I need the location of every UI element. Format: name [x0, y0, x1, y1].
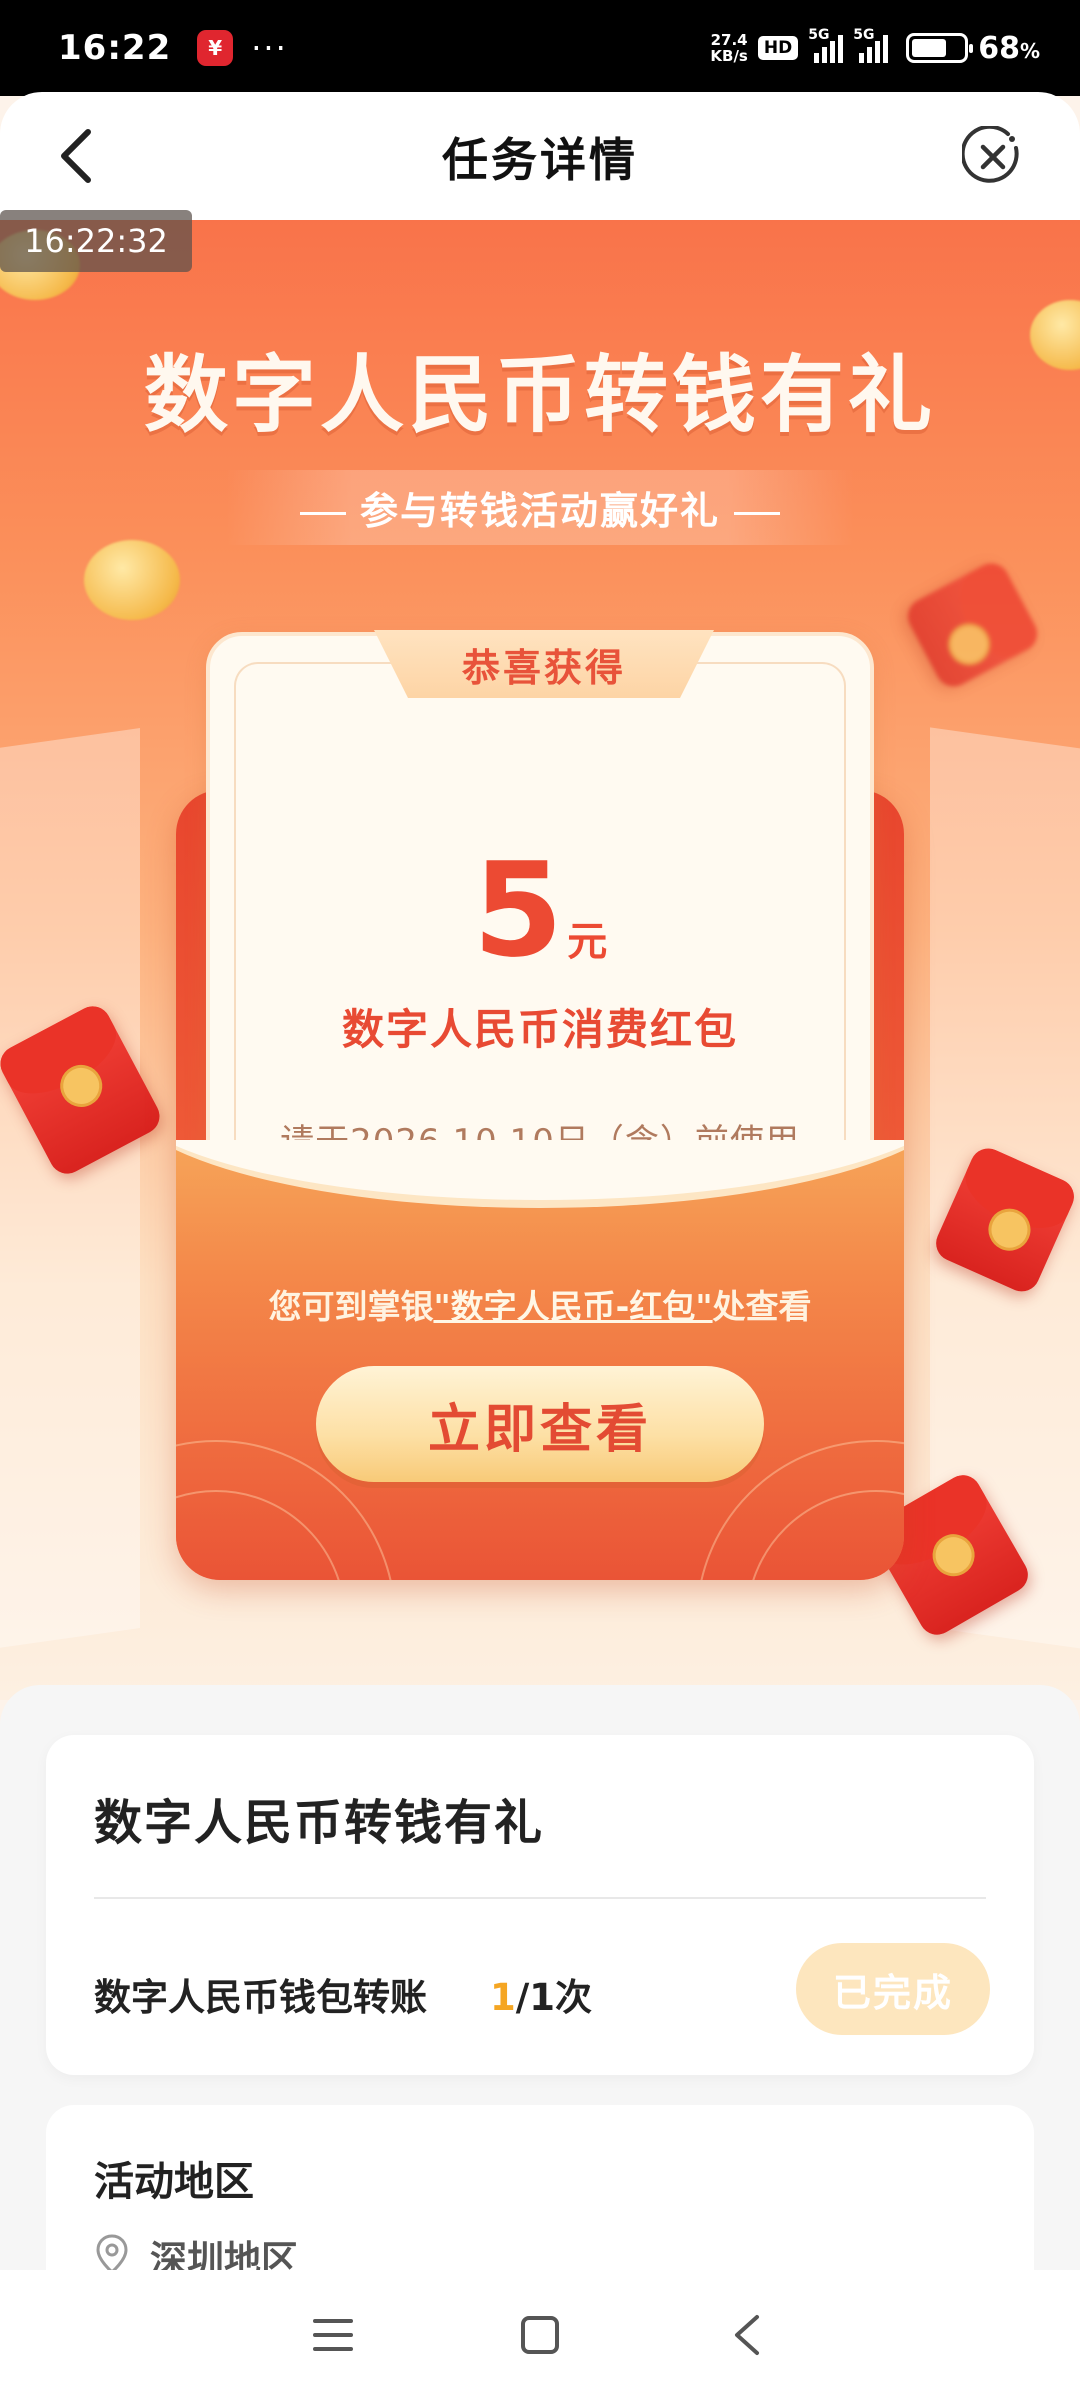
divider — [94, 1897, 986, 1899]
view-now-button[interactable]: 立即查看 — [316, 1366, 764, 1482]
hint-suffix: 处查看 — [712, 1287, 812, 1326]
network-speed-value: 27.4 — [710, 31, 748, 49]
back-triangle-icon[interactable] — [717, 2305, 777, 2365]
coupon-amount-unit: 元 — [567, 919, 608, 965]
location-pin-icon — [96, 2234, 128, 2274]
task-progress-done: 1 — [490, 1976, 516, 2019]
sim2-network-label: 5G — [853, 27, 875, 43]
battery-unit: % — [1019, 38, 1040, 63]
sim1-network-label: 5G — [808, 27, 830, 43]
signal-sim1-icon: 5G — [808, 27, 844, 63]
hero-subtitle: 参与转钱活动赢好礼 — [225, 470, 854, 545]
task-card: 数字人民币转钱有礼 数字人民币钱包转账 1/1次 已完成 — [46, 1735, 1034, 2075]
page-title: 任务详情 — [442, 133, 638, 187]
coupon-amount-value: 5 — [472, 834, 564, 986]
battery-icon — [906, 33, 974, 63]
battery-level — [912, 39, 947, 57]
completed-button: 已完成 — [796, 1943, 990, 2035]
more-notifications-icon: ··· — [251, 29, 288, 67]
task-progress: 1/1次 — [490, 1967, 592, 2021]
status-indicators: 27.4 KB/s HD 5G 5G 68% — [710, 27, 1040, 66]
bank-app-icon: ¥ — [197, 30, 234, 66]
nav-bar: 任务详情 — [0, 92, 1080, 222]
task-name: 数字人民币钱包转账 — [94, 1976, 427, 2019]
menu-icon[interactable] — [303, 2305, 363, 2365]
region-title: 活动地区 — [94, 2159, 254, 2205]
hero-title: 数字人民币转钱有礼 — [143, 346, 936, 444]
coupon-tag: 恭喜获得 — [374, 630, 714, 698]
coupon-card: 恭喜获得 5元 数字人民币消费红包 请于2026.10.10日（含）前使用 — [206, 630, 874, 1192]
task-card-title: 数字人民币转钱有礼 — [94, 1795, 545, 1851]
envelope-front: 您可到掌银"数字人民币-红包"处查看 立即查看 — [176, 1140, 904, 1580]
home-square-icon[interactable] — [510, 2305, 570, 2365]
signal-sim2-icon: 5G — [853, 27, 889, 63]
status-bar: 16:22 ¥ ··· 27.4 KB/s HD 5G 5G 68% — [0, 0, 1080, 96]
background-building — [0, 728, 140, 1652]
status-time: 16:22 — [58, 28, 172, 68]
red-packet-decoration — [901, 557, 1044, 693]
close-circle-icon[interactable] — [960, 124, 1024, 188]
chevron-left-icon[interactable] — [40, 120, 112, 192]
system-nav-bar — [0, 2270, 1080, 2400]
coin-decoration — [84, 540, 180, 620]
hero-subtitle-row: 参与转钱活动赢好礼 — [0, 470, 1080, 545]
network-speed-unit: KB/s — [710, 47, 748, 65]
battery-value: 68 — [978, 30, 1020, 66]
view-location-hint: 您可到掌银"数字人民币-红包"处查看 — [176, 1280, 904, 1328]
screenshot-timestamp: 16:22:32 — [0, 210, 192, 272]
red-packet-link[interactable]: "数字人民币-红包" — [433, 1287, 712, 1326]
battery-percent: 68% — [978, 31, 1040, 66]
hint-prefix: 您可到掌银 — [268, 1287, 434, 1326]
task-sheet: 数字人民币转钱有礼 数字人民币钱包转账 1/1次 已完成 活动地区 深圳地区 — [0, 1685, 1080, 2305]
hero-subtitle-text: 参与转钱活动赢好礼 — [359, 489, 720, 533]
network-speed: 27.4 KB/s — [710, 32, 747, 64]
coupon-name: 数字人民币消费红包 — [341, 1005, 738, 1054]
task-progress-total: /1次 — [515, 1976, 593, 2019]
hero-banner: 数字人民币转钱有礼 参与转钱活动赢好礼 恭喜获得 5元 数字人民币消费红包 请于… — [0, 220, 1080, 1700]
coupon-amount: 5元 — [210, 834, 870, 986]
hd-voice-icon: HD — [757, 36, 799, 60]
